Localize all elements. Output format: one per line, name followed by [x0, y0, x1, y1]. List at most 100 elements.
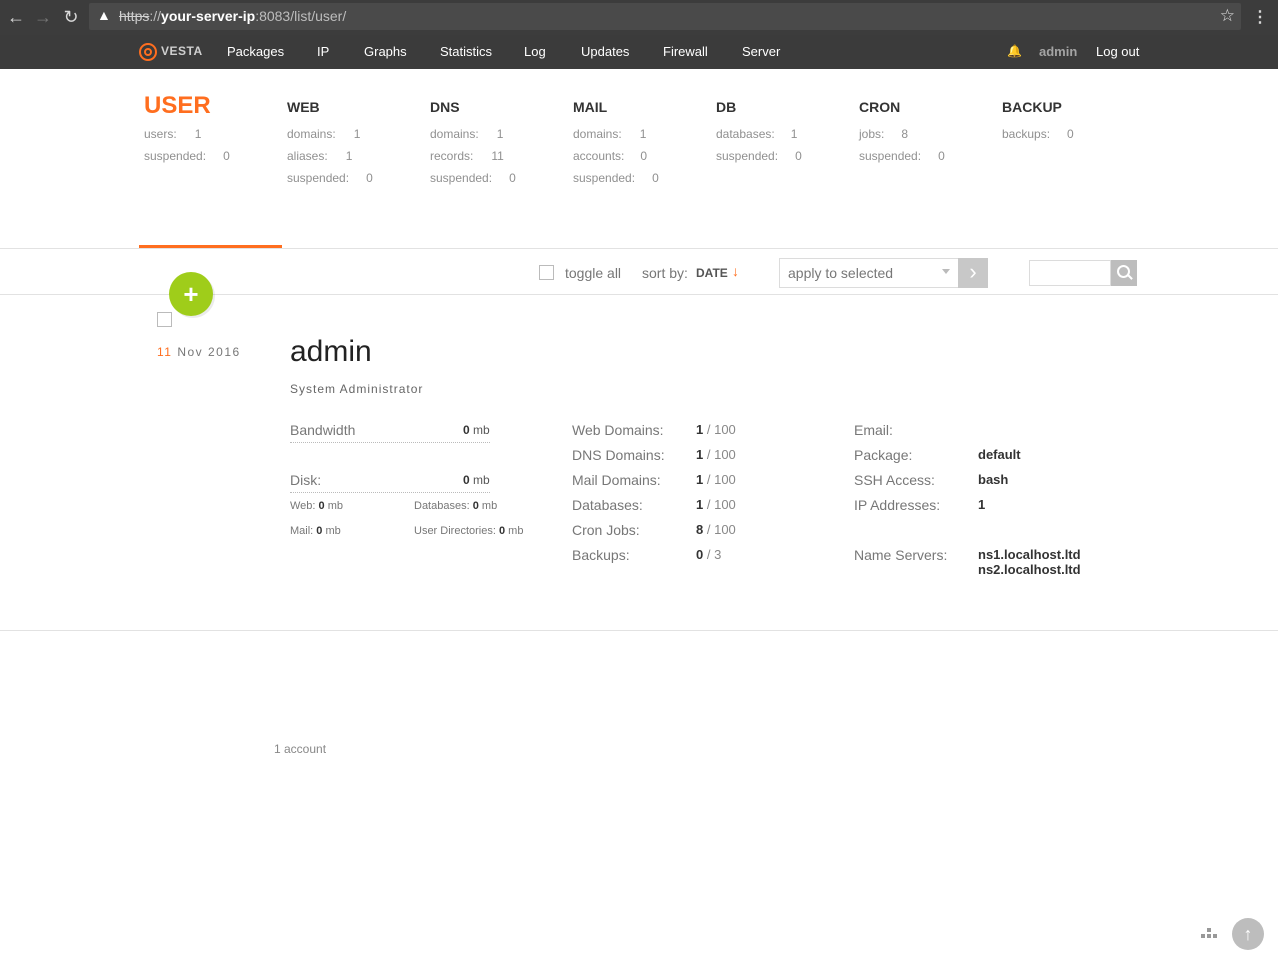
stat-key: aliases:: [287, 149, 328, 163]
shortcuts-grid-icon[interactable]: [1201, 928, 1217, 940]
url-scheme: https: [119, 8, 150, 24]
stats-user[interactable]: USER users: 1 suspended: 0: [144, 94, 230, 167]
stats-mail[interactable]: MAIL domains: 1 accounts: 0 suspended: 0: [573, 95, 659, 189]
nav-item-updates[interactable]: Updates: [581, 44, 629, 59]
name-servers-label: Name Servers:: [854, 547, 948, 563]
disk-userdirs-unit: mb: [508, 525, 524, 537]
limit-value: 1 / 100: [696, 447, 736, 462]
nav-item-ip[interactable]: IP: [317, 44, 329, 59]
record-checkbox[interactable]: [157, 312, 172, 327]
limit-value: 1 / 100: [696, 472, 736, 487]
stats-heading: MAIL: [573, 99, 608, 115]
sort-direction-icon[interactable]: ↓: [732, 263, 739, 279]
bulk-action-select[interactable]: apply to selected: [779, 258, 959, 288]
record-username[interactable]: admin: [290, 335, 372, 369]
limit-used: 8: [696, 522, 704, 537]
url-path: :8083/list/user/: [255, 8, 347, 24]
address-bar[interactable]: ▲ https://your-server-ip:8083/list/user/…: [89, 3, 1241, 30]
limit-max: / 100: [706, 497, 736, 512]
name-server-1: ns1.localhost.ltd: [978, 547, 1081, 562]
nav-item-firewall[interactable]: Firewall: [663, 44, 708, 59]
logo-ring-icon: [139, 43, 157, 61]
stat-key: suspended:: [430, 171, 493, 185]
stat-key: users:: [144, 127, 177, 141]
search-icon-handle: [1127, 274, 1133, 280]
stats-backup[interactable]: BACKUP backups: 0: [1002, 95, 1074, 145]
disk-databases-unit: mb: [481, 500, 498, 512]
reload-icon[interactable]: ↻: [60, 6, 82, 28]
stat-row: backups: 0: [1002, 123, 1074, 145]
browser-menu-icon[interactable]: ⋮: [1252, 7, 1268, 27]
limit-used: 1: [696, 422, 704, 437]
nav-item-statistics[interactable]: Statistics: [440, 44, 492, 59]
add-user-button[interactable]: +: [169, 272, 213, 316]
bandwidth-bar: [290, 442, 490, 443]
stat-row: domains: 1: [430, 123, 516, 145]
logout-link[interactable]: Log out: [1096, 44, 1139, 59]
scroll-to-top-button[interactable]: ↑: [1232, 918, 1264, 950]
stat-value: 0: [366, 171, 373, 185]
limit-used: 0: [696, 547, 704, 562]
ip-addresses-label: IP Addresses:: [854, 497, 941, 513]
nav-item-server[interactable]: Server: [742, 44, 780, 59]
stats-cron[interactable]: CRON jobs: 8 suspended: 0: [859, 95, 945, 167]
stat-value: 0: [938, 149, 945, 163]
limit-max: / 100: [706, 447, 736, 462]
stat-value: 0: [1067, 127, 1074, 141]
sort-by-label: sort by:: [642, 265, 688, 281]
stats-heading: DNS: [430, 99, 460, 115]
nav-item-packages[interactable]: Packages: [227, 44, 284, 59]
stats-heading: CRON: [859, 99, 901, 115]
stat-row: accounts: 0: [573, 145, 659, 167]
notification-bell-icon[interactable]: 🔔: [1007, 44, 1022, 58]
limit-used: 1: [696, 497, 704, 512]
nav-item-graphs[interactable]: Graphs: [364, 44, 407, 59]
stat-key: domains:: [287, 127, 336, 141]
stat-value: 0: [223, 149, 230, 163]
disk-userdirs-label: User Directories:: [414, 525, 496, 537]
stats-web[interactable]: WEB domains: 1 aliases: 1 suspended: 0: [287, 95, 373, 189]
disk-web: Web: 0 mb: [290, 500, 343, 512]
stat-value: 8: [901, 127, 909, 141]
stats-dns[interactable]: DNS domains: 1 records: 11 suspended: 0: [430, 95, 516, 189]
stat-key: domains:: [430, 127, 479, 141]
stat-row: aliases: 1: [287, 145, 373, 167]
disk-number: 0: [463, 473, 470, 487]
disk-web-unit: mb: [327, 500, 344, 512]
stat-row: suspended: 0: [430, 167, 516, 189]
stat-value: 1: [353, 127, 361, 141]
search-input[interactable]: [1029, 260, 1111, 286]
warning-icon: ▲: [97, 7, 111, 23]
stat-row: domains: 1: [287, 123, 373, 145]
toggle-all-checkbox[interactable]: [539, 265, 554, 280]
sort-by-value[interactable]: DATE: [696, 266, 728, 280]
disk-web-label: Web:: [290, 500, 316, 512]
back-icon[interactable]: ←: [5, 6, 27, 28]
stat-value: 0: [640, 149, 648, 163]
stat-key: suspended:: [144, 149, 207, 163]
nav-item-log[interactable]: Log: [524, 44, 546, 59]
stats-heading: DB: [716, 99, 737, 115]
limit-label: Backups:: [572, 547, 630, 563]
search-button[interactable]: [1111, 260, 1137, 286]
bookmark-star-icon[interactable]: ☆: [1220, 6, 1235, 26]
limit-value: 1 / 100: [696, 497, 736, 512]
disk-unit: mb: [473, 473, 490, 487]
limit-value: 1 / 100: [696, 422, 736, 437]
disk-mail-number: 0: [316, 525, 323, 537]
stat-key: backups:: [1002, 127, 1051, 141]
stat-value: 1: [639, 127, 647, 141]
apply-button[interactable]: ›: [958, 258, 988, 288]
bandwidth-value: 0 mb: [463, 423, 490, 437]
limit-used: 1: [696, 447, 704, 462]
forward-icon[interactable]: →: [32, 6, 54, 28]
stat-row: suspended: 0: [287, 167, 373, 189]
stats-db[interactable]: DB databases: 1 suspended: 0: [716, 95, 802, 167]
disk-user-directories: User Directories: 0 mb: [414, 525, 523, 537]
user-link[interactable]: admin: [1039, 44, 1077, 59]
stat-value: 0: [652, 171, 659, 185]
limit-used: 1: [696, 472, 704, 487]
disk-databases-label: Databases:: [414, 500, 470, 512]
bandwidth-label: Bandwidth: [290, 422, 356, 438]
toggle-all-label[interactable]: toggle all: [565, 265, 621, 281]
